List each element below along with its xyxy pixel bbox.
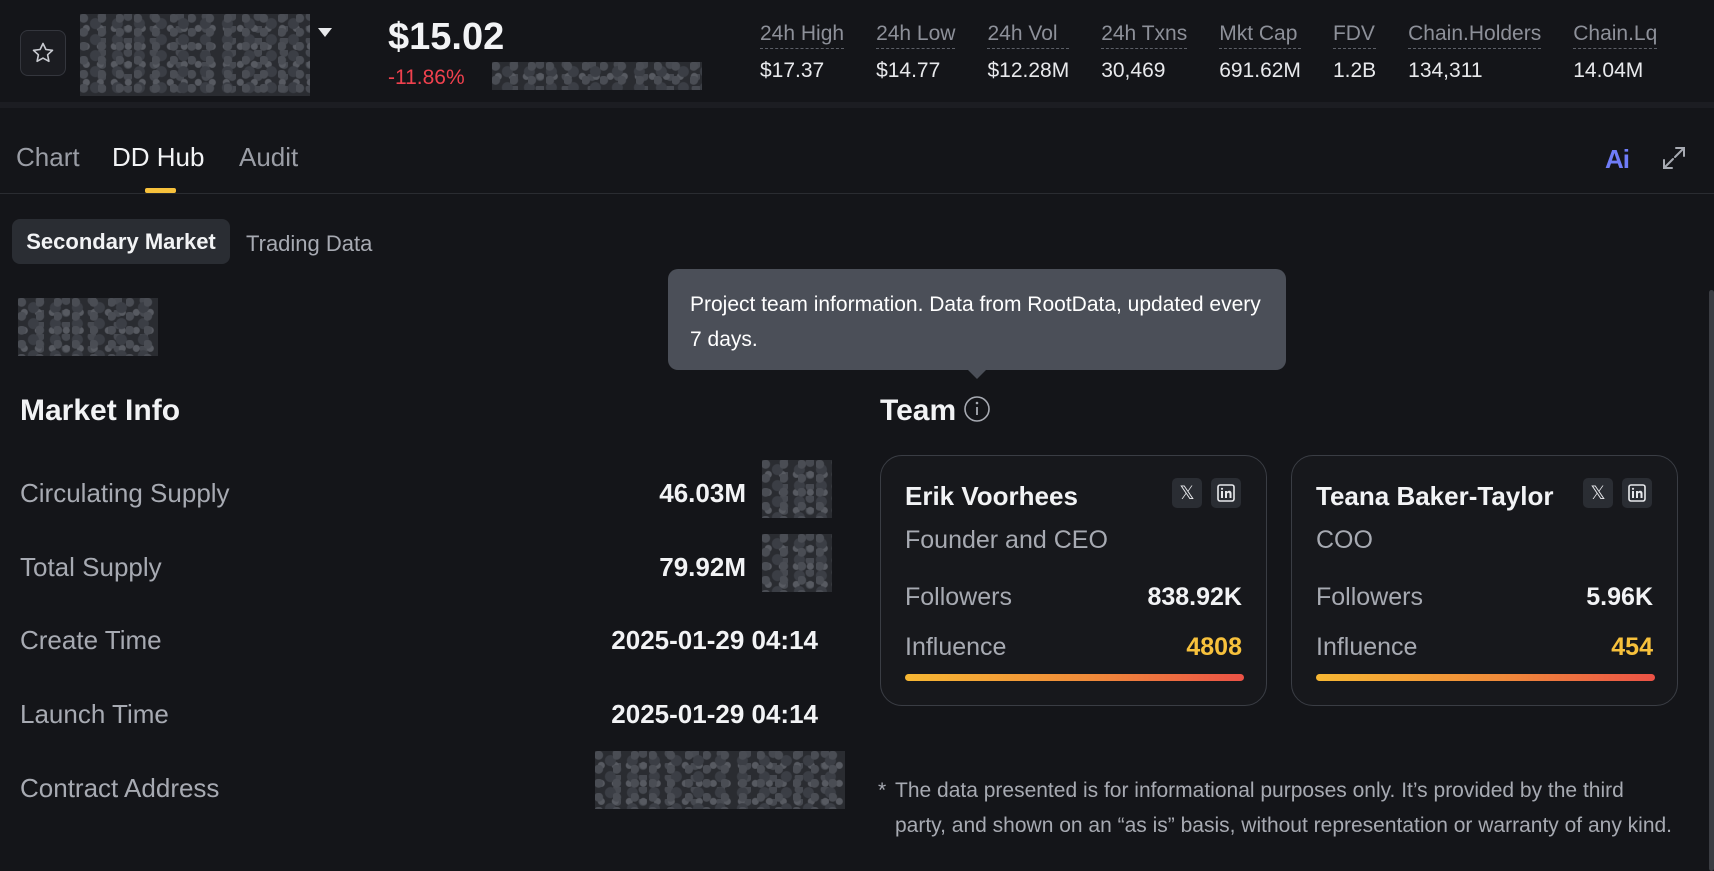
stat-label: Chain.Holders bbox=[1408, 22, 1542, 49]
team-member-card: Teana Baker-Taylor COO 𝕏 Followers 5.96K… bbox=[1291, 455, 1678, 706]
team-info-tooltip: Project team information. Data from Root… bbox=[668, 269, 1286, 370]
scrollbar[interactable] bbox=[1709, 290, 1714, 871]
stat-label: Mkt Cap bbox=[1219, 22, 1301, 49]
tab-audit[interactable]: Audit bbox=[239, 142, 298, 173]
token-header: $15.02 -11.86% 24h High $17.37 24h Low $… bbox=[0, 0, 1714, 108]
stat-value: 1.2B bbox=[1332, 59, 1377, 82]
stat-value: 691.62M bbox=[1219, 59, 1301, 82]
member-role: Founder and CEO bbox=[905, 526, 1108, 554]
row-value: 79.92M bbox=[659, 552, 746, 582]
disclaimer-text: The data presented is for informational … bbox=[895, 779, 1673, 837]
stat-24h-high[interactable]: 24h High $17.37 bbox=[760, 22, 845, 83]
x-twitter-icon[interactable]: 𝕏 bbox=[1172, 478, 1202, 508]
market-info-row-circulating-supply: Circulating Supply 46.03M bbox=[20, 460, 832, 518]
influence-value: 454 bbox=[1611, 633, 1653, 661]
main-tabs: Chart DD Hub Audit Ai bbox=[0, 108, 1714, 194]
stat-label: 24h Txns bbox=[1101, 22, 1188, 49]
row-label: Total Supply bbox=[20, 552, 162, 582]
member-name: Teana Baker-Taylor bbox=[1316, 481, 1554, 511]
stat-value: $12.28M bbox=[987, 59, 1070, 82]
expand-icon[interactable] bbox=[1660, 144, 1688, 172]
influence-value: 4808 bbox=[1186, 633, 1242, 661]
secondary-price-redacted bbox=[492, 62, 702, 90]
followers-label: Followers bbox=[905, 583, 1012, 611]
favorite-button[interactable] bbox=[20, 30, 66, 76]
stat-24h-txns[interactable]: 24h Txns 30,469 bbox=[1101, 22, 1188, 83]
market-info-row-create-time: Create Time 2025-01-29 04:14 bbox=[20, 625, 830, 665]
influence-bar bbox=[1316, 674, 1655, 681]
price-change: -11.86% bbox=[388, 66, 465, 89]
member-name: Erik Voorhees bbox=[905, 481, 1078, 511]
row-value: 2025-01-29 04:14 bbox=[611, 625, 818, 655]
star-icon bbox=[32, 42, 54, 63]
tooltip-arrow bbox=[967, 369, 987, 379]
tab-chart[interactable]: Chart bbox=[16, 142, 80, 173]
stat-chain-lq[interactable]: Chain.Lq 14.04M bbox=[1573, 22, 1658, 83]
subtab-trading-data[interactable]: Trading Data bbox=[246, 231, 372, 257]
active-tab-indicator bbox=[145, 188, 176, 193]
market-info-title: Market Info bbox=[20, 394, 181, 427]
token-price: $15.02 bbox=[388, 16, 505, 58]
influence-bar bbox=[905, 674, 1244, 681]
market-info-row-launch-time: Launch Time 2025-01-29 04:14 bbox=[20, 699, 830, 739]
row-label: Create Time bbox=[20, 625, 162, 655]
footnote-asterisk: * bbox=[878, 779, 887, 802]
contract-address-redacted[interactable] bbox=[595, 751, 845, 809]
value-redacted bbox=[762, 534, 832, 592]
value-redacted bbox=[762, 460, 832, 518]
subtab-secondary-market[interactable]: Secondary Market bbox=[12, 219, 230, 264]
info-icon[interactable] bbox=[963, 395, 991, 423]
market-info-row-contract-address: Contract Address bbox=[20, 751, 845, 813]
row-value: 2025-01-29 04:14 bbox=[611, 699, 818, 729]
stat-24h-vol[interactable]: 24h Vol $12.28M bbox=[987, 22, 1070, 83]
stat-value: 14.04M bbox=[1573, 59, 1644, 82]
stat-label: 24h Vol bbox=[987, 22, 1070, 49]
stat-value: 134,311 bbox=[1408, 59, 1483, 82]
influence-label: Influence bbox=[905, 633, 1007, 661]
stats-bar: 24h High $17.37 24h Low $14.77 24h Vol $… bbox=[760, 22, 1689, 83]
linkedin-icon[interactable] bbox=[1211, 478, 1241, 508]
stat-value: $17.37 bbox=[760, 59, 825, 82]
stat-fdv[interactable]: FDV 1.2B bbox=[1332, 22, 1377, 83]
stat-mkt-cap[interactable]: Mkt Cap 691.62M bbox=[1219, 22, 1301, 83]
followers-value: 5.96K bbox=[1586, 583, 1653, 611]
stat-label: Chain.Lq bbox=[1573, 22, 1658, 49]
token-dropdown-caret-icon[interactable] bbox=[318, 28, 332, 37]
stat-label: 24h High bbox=[760, 22, 845, 49]
row-label: Contract Address bbox=[20, 773, 220, 803]
stat-label: 24h Low bbox=[876, 22, 956, 49]
influence-label: Influence bbox=[1316, 633, 1418, 661]
stat-value: 30,469 bbox=[1101, 59, 1166, 82]
token-name-redacted bbox=[80, 14, 310, 96]
team-member-card: Erik Voorhees Founder and CEO 𝕏 Follower… bbox=[880, 455, 1267, 706]
stat-chain-holders[interactable]: Chain.Holders 134,311 bbox=[1408, 22, 1542, 83]
stat-24h-low[interactable]: 24h Low $14.77 bbox=[876, 22, 956, 83]
team-title: Team bbox=[880, 394, 957, 427]
row-value: 46.03M bbox=[659, 478, 746, 508]
followers-value: 838.92K bbox=[1147, 583, 1242, 611]
ai-assistant-icon[interactable]: Ai bbox=[1605, 144, 1630, 175]
disclaimer: * The data presented is for informationa… bbox=[878, 773, 1678, 843]
linkedin-icon[interactable] bbox=[1622, 478, 1652, 508]
x-twitter-icon[interactable]: 𝕏 bbox=[1583, 478, 1613, 508]
project-logo-redacted bbox=[18, 298, 158, 356]
stat-label: FDV bbox=[1332, 22, 1377, 49]
row-label: Circulating Supply bbox=[20, 478, 230, 508]
followers-label: Followers bbox=[1316, 583, 1423, 611]
stat-value: $14.77 bbox=[876, 59, 941, 82]
market-info-row-total-supply: Total Supply 79.92M bbox=[20, 534, 832, 592]
member-role: COO bbox=[1316, 526, 1373, 554]
tab-dd-hub[interactable]: DD Hub bbox=[112, 142, 204, 173]
row-label: Launch Time bbox=[20, 699, 169, 729]
